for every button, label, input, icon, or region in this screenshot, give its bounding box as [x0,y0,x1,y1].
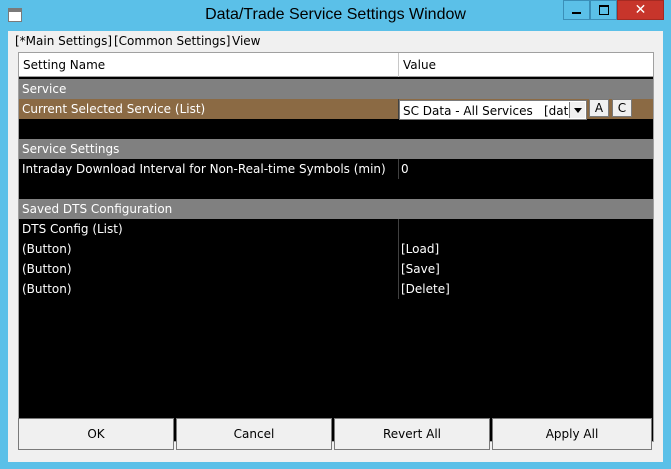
row-save-button[interactable]: (Button) [Save] [19,259,653,279]
row-dts-config[interactable]: DTS Config (List) [19,219,653,239]
menu-bar: [*Main Settings] [Common Settings] View [8,31,663,51]
minimize-button[interactable] [563,0,590,20]
close-button[interactable]: ✕ [617,0,664,20]
apply-all-button[interactable]: Apply All [492,418,652,450]
section-service: Service [19,79,653,99]
maximize-icon [598,5,609,15]
section-service-settings: Service Settings [19,139,653,159]
button-c[interactable]: C [612,99,632,117]
service-dropdown-extra: [data [544,104,572,118]
ok-button[interactable]: OK [18,418,174,450]
dropdown-arrow-button[interactable] [569,102,585,118]
title-bar[interactable]: Data/Trade Service Settings Window ✕ [0,0,671,30]
load-button[interactable]: [Load] [401,242,439,256]
delete-button[interactable]: [Delete] [401,282,450,296]
column-divider[interactable] [398,53,399,77]
column-header-setting-name[interactable]: Setting Name [23,58,105,72]
column-header-value[interactable]: Value [403,58,436,72]
menu-common-settings[interactable]: [Common Settings] [114,34,230,48]
setting-name: DTS Config (List) [22,222,123,236]
button-a[interactable]: A [589,99,609,117]
client-area: [*Main Settings] [Common Settings] View … [8,31,663,462]
grid-header: Setting Name Value [19,53,653,77]
minimize-icon [572,12,581,14]
row-delete-button[interactable]: (Button) [Delete] [19,279,653,299]
close-icon: ✕ [634,2,647,18]
setting-name: Intraday Download Interval for Non-Real-… [22,162,386,176]
section-label: Service [22,82,67,96]
settings-window: Data/Trade Service Settings Window ✕ [*M… [0,0,671,469]
settings-grid[interactable]: Setting Name Value Service Current Selec… [18,52,654,442]
revert-all-button[interactable]: Revert All [334,418,490,450]
chevron-down-icon [573,107,582,113]
menu-main-settings[interactable]: [*Main Settings] [15,34,112,48]
section-label: Saved DTS Configuration [22,202,173,216]
maximize-button[interactable] [590,0,617,20]
setting-name: (Button) [22,242,72,256]
setting-name: (Button) [22,282,72,296]
cancel-button[interactable]: Cancel [176,418,332,450]
menu-view[interactable]: View [232,34,260,48]
setting-value[interactable]: 0 [401,162,409,176]
setting-name: Current Selected Service (List) [22,102,206,116]
row-intraday-download-interval[interactable]: Intraday Download Interval for Non-Real-… [19,159,653,179]
service-dropdown[interactable]: SC Data - All Services [data [399,100,587,120]
row-current-selected-service[interactable]: Current Selected Service (List) SC Data … [19,99,653,120]
section-label: Service Settings [22,142,120,156]
setting-name: (Button) [22,262,72,276]
service-dropdown-value: SC Data - All Services [403,104,533,118]
section-saved-dts-configuration: Saved DTS Configuration [19,199,653,219]
row-load-button[interactable]: (Button) [Load] [19,239,653,259]
save-button[interactable]: [Save] [401,262,440,276]
